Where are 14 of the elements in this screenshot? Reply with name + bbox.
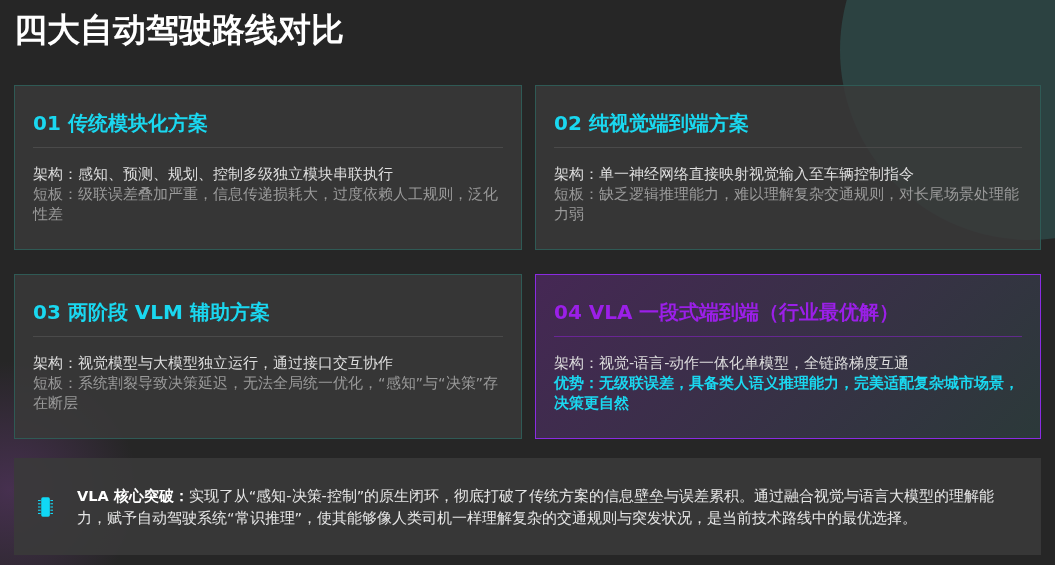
page-title: 四大自动驾驶路线对比 <box>14 9 345 51</box>
weakness-text: 短板：缺乏逻辑推理能力，难以理解复杂交通规则，对长尾场景处理能力弱 <box>554 185 1020 224</box>
advantage-text: 优势：无级联误差，具备类人语义推理能力，完美适配复杂城市场景，决策更自然 <box>554 374 1020 413</box>
architecture-text: 架构：单一神经网络直接映射视觉输入至车辆控制指令 <box>554 165 915 184</box>
card-title: 02 纯视觉端到端方案 <box>554 110 1022 148</box>
architecture-text: 架构：感知、预测、规划、控制多级独立模块串联执行 <box>33 165 394 184</box>
card-title: 01 传统模块化方案 <box>33 110 503 148</box>
card-title: 03 两阶段 VLM 辅助方案 <box>33 299 503 337</box>
card-title: 04 VLA 一段式端到端（行业最优解） <box>554 299 1022 337</box>
architecture-text: 架构：视觉模型与大模型独立运行，通过接口交互协作 <box>33 354 394 373</box>
summary-text: VLA 核心突破：实现了从“感知-决策-控制”的原生闭环，彻底打破了传统方案的信息壁垒与误差累积。通过融合视觉与语言大模型的理解能力，赋予自动驾驶系统“常识推理”，使其能够像人类司机一样理解复杂的交通规则与突发状况，是当前技术路线中的最优选择。 <box>77 486 996 528</box>
weakness-text: 短板：级联误差叠加严重，信息传递损耗大，过度依赖人工规则，泛化性差 <box>33 185 499 224</box>
architecture-text: 架构：视觉-语言-动作一体化单模型，全链路梯度互通 <box>554 354 911 373</box>
weakness-text: 短板：系统割裂导致决策延迟，无法全局统一优化，“感知”与“决策”存在断层 <box>33 374 500 413</box>
